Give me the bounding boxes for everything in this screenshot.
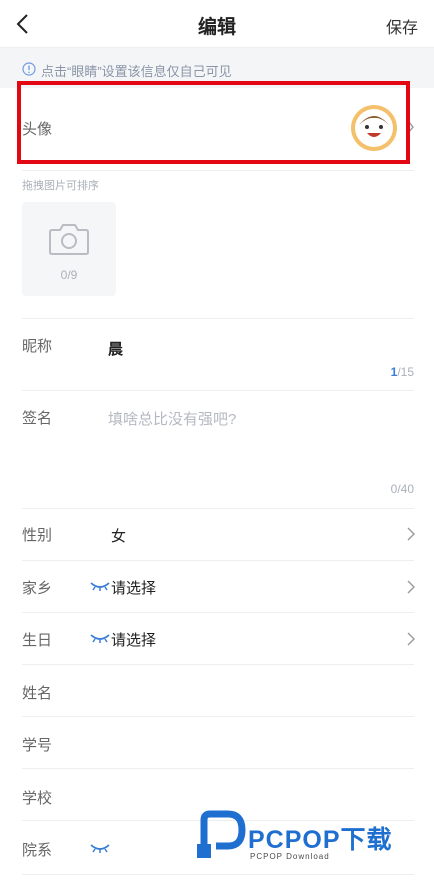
divider [22,612,414,613]
pcpop-logo-icon [197,810,246,858]
eye-closed-icon[interactable] [90,633,110,643]
chevron-right-icon [407,580,415,594]
nickname-label: 昵称 [22,338,53,355]
chevron-right-icon [407,527,415,541]
school-label: 学校 [22,790,53,807]
camera-icon [49,224,89,255]
name-label: 姓名 [22,685,53,702]
nickname-input[interactable]: 晨 [108,338,123,359]
divider [22,170,414,171]
add-photo-button[interactable]: 0/9 [22,202,116,296]
divider [22,768,414,769]
watermark-brand: PCPOP下载 [248,826,393,854]
eye-closed-icon[interactable] [90,843,110,853]
school-select[interactable] [111,787,391,807]
nickname-counter: 1/15 [390,365,414,379]
birthday-label: 生日 [22,632,53,649]
name-input[interactable] [111,682,391,702]
department-select[interactable] [111,839,201,859]
hometown-select[interactable]: 请选择 [111,577,156,598]
save-button[interactable]: 保存 [386,14,418,38]
page-title: 编辑 [197,17,236,38]
divider [22,664,414,665]
department-label: 院系 [22,842,53,859]
pcpop-watermark: PCPOP下载 PCPOP Download [196,808,434,886]
watermark-sub: PCPOP Download [250,852,330,861]
signature-label: 签名 [22,410,53,427]
divider [22,390,414,391]
gender-value[interactable]: 女 [111,525,126,546]
eye-closed-icon[interactable] [90,581,110,591]
photo-count: 0/9 [60,268,78,282]
divider [22,508,414,509]
hometown-label: 家乡 [22,580,53,597]
divider [22,716,414,717]
divider [22,560,414,561]
tip-text: 点击“眼睛”设置该信息仅自己可见 [41,64,232,79]
divider [22,318,414,319]
top-bar: 编辑 保存 [0,0,434,48]
highlight-frame [17,81,410,164]
info-icon [22,62,36,76]
student-id-input[interactable] [111,734,391,754]
birthday-select[interactable]: 请选择 [111,629,156,650]
signature-counter: 0/40 [390,482,414,496]
gender-label: 性别 [22,527,53,544]
chevron-right-icon [407,632,415,646]
signature-input[interactable]: 填啥总比没有强吧? [108,408,236,429]
student-id-label: 学号 [22,737,53,754]
sort-tip: 拖拽图片可排序 [22,180,99,192]
